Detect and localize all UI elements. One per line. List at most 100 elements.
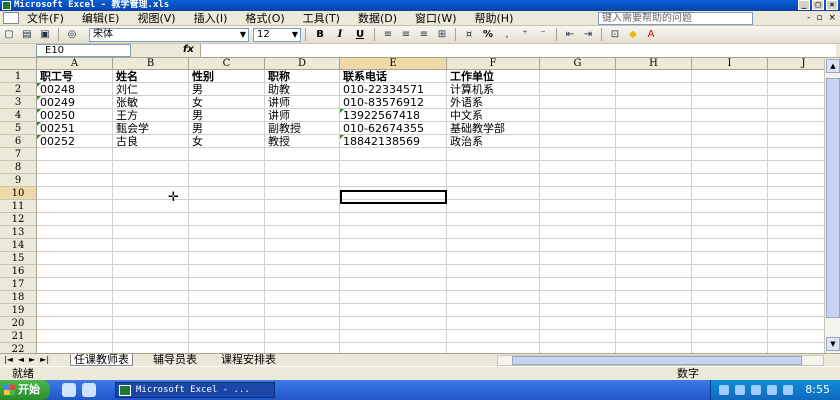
document-icon[interactable] xyxy=(3,12,19,24)
sheet-tab-schedule[interactable]: 课程安排表 xyxy=(218,354,279,366)
save-icon[interactable]: ▣ xyxy=(38,28,52,41)
table-cell[interactable]: 政治系 xyxy=(447,135,540,148)
menu-help[interactable]: 帮助(H) xyxy=(475,10,514,26)
vertical-scroll-thumb[interactable] xyxy=(826,78,840,318)
select-all-corner[interactable] xyxy=(0,58,37,70)
row-header[interactable]: 17 xyxy=(0,278,37,291)
scroll-up-button[interactable]: ▲ xyxy=(826,59,840,73)
column-header[interactable]: B xyxy=(113,58,189,70)
table-header-cell[interactable]: 职工号 xyxy=(37,70,113,83)
table-cell[interactable]: 刘仁 xyxy=(113,83,189,96)
table-cell[interactable]: 00252 xyxy=(37,135,113,148)
column-header[interactable]: G xyxy=(540,58,616,70)
borders-icon[interactable]: ⊡ xyxy=(608,28,622,41)
table-cell[interactable]: 讲师 xyxy=(265,96,340,109)
row-header[interactable]: 4 xyxy=(0,109,37,122)
column-header[interactable]: J xyxy=(768,58,824,70)
underline-button[interactable]: U xyxy=(352,28,368,41)
increase-indent-icon[interactable]: ⇥ xyxy=(581,28,595,41)
menu-format[interactable]: 格式(O) xyxy=(245,10,284,26)
align-left-icon[interactable]: ≡ xyxy=(381,28,395,41)
table-cell[interactable]: 00249 xyxy=(37,96,113,109)
column-header[interactable]: C xyxy=(189,58,265,70)
row-header[interactable]: 8 xyxy=(0,161,37,174)
table-cell[interactable]: 王方 xyxy=(113,109,189,122)
formula-input[interactable] xyxy=(200,44,836,57)
row-header[interactable]: 12 xyxy=(0,213,37,226)
sheet-tab-counselors[interactable]: 辅导员表 xyxy=(150,354,200,366)
menu-data[interactable]: 数据(D) xyxy=(358,10,397,26)
column-header[interactable]: H xyxy=(616,58,692,70)
table-cell[interactable]: 00250 xyxy=(37,109,113,122)
table-cell[interactable]: 张敏 xyxy=(113,96,189,109)
menu-edit[interactable]: 编辑(E) xyxy=(82,10,120,26)
row-header[interactable]: 21 xyxy=(0,330,37,343)
column-header[interactable]: D xyxy=(265,58,340,70)
table-cell[interactable]: 男 xyxy=(189,122,265,135)
currency-icon[interactable]: ¤ xyxy=(462,28,476,41)
start-button[interactable]: 开始 xyxy=(0,380,50,400)
sheet-tab-teachers[interactable]: 任课教师表 xyxy=(70,354,133,366)
name-box[interactable]: E10 xyxy=(36,44,131,57)
row-header[interactable]: 15 xyxy=(0,252,37,265)
row-header[interactable]: 3 xyxy=(0,96,37,109)
increase-decimal-icon[interactable]: ⁺ xyxy=(518,28,532,41)
table-cell[interactable]: 甄会学 xyxy=(113,122,189,135)
menu-view[interactable]: 视图(V) xyxy=(137,10,175,26)
table-cell[interactable]: 00251 xyxy=(37,122,113,135)
fill-color-icon[interactable]: ◆ xyxy=(626,28,640,41)
worksheet-grid[interactable]: A B C D E F G H I J 1 2 3 4 5 6 7 8 9 10 11 12 13 14 15 16 17 18 19 2… xyxy=(0,58,824,353)
row-header[interactable]: 2 xyxy=(0,83,37,96)
insert-function-icon[interactable]: fx xyxy=(183,44,194,55)
table-header-cell[interactable]: 联系电话 xyxy=(340,70,447,83)
table-cell[interactable]: 教授 xyxy=(265,135,340,148)
decrease-indent-icon[interactable]: ⇤ xyxy=(563,28,577,41)
table-header-cell[interactable]: 工作单位 xyxy=(447,70,540,83)
row-header[interactable]: 1 xyxy=(0,70,37,83)
column-header[interactable]: I xyxy=(692,58,768,70)
decrease-decimal-icon[interactable]: ⁻ xyxy=(536,28,550,41)
table-header-cell[interactable]: 姓名 xyxy=(113,70,189,83)
horizontal-scrollbar[interactable] xyxy=(497,355,824,366)
table-cell[interactable]: 男 xyxy=(189,83,265,96)
open-folder-icon[interactable]: ▤ xyxy=(20,28,34,41)
row-header[interactable]: 11 xyxy=(0,200,37,213)
scroll-down-button[interactable]: ▼ xyxy=(826,337,840,351)
percent-button[interactable]: % xyxy=(480,28,496,41)
first-sheet-icon[interactable]: |◄ xyxy=(4,355,13,364)
row-header[interactable]: 18 xyxy=(0,291,37,304)
column-header[interactable]: E xyxy=(340,58,447,70)
doc-restore-button[interactable]: ▫ xyxy=(816,13,822,23)
table-cell[interactable]: 中文系 xyxy=(447,109,540,122)
row-header[interactable]: 7 xyxy=(0,148,37,161)
new-document-icon[interactable]: ▢ xyxy=(2,28,16,41)
table-cell[interactable]: 00248 xyxy=(37,83,113,96)
ie-quicklaunch-icon[interactable] xyxy=(62,383,76,397)
bold-button[interactable]: B xyxy=(312,28,328,41)
italic-button[interactable]: I xyxy=(332,28,348,41)
table-cell[interactable]: 讲师 xyxy=(265,109,340,122)
menu-file[interactable]: 文件(F) xyxy=(27,10,64,26)
table-cell[interactable]: 基础教学部 xyxy=(447,122,540,135)
table-cell[interactable]: 古良 xyxy=(113,135,189,148)
volume-icon[interactable] xyxy=(751,385,761,395)
row-header[interactable]: 20 xyxy=(0,317,37,330)
row-header[interactable]: 10 xyxy=(0,187,37,200)
tray-app-icon[interactable] xyxy=(767,385,777,395)
table-cell[interactable]: 副教授 xyxy=(265,122,340,135)
font-color-icon[interactable]: A xyxy=(644,28,658,41)
table-cell[interactable]: 010-83576912 xyxy=(340,96,447,109)
row-header[interactable]: 22 xyxy=(0,343,37,353)
network-icon[interactable] xyxy=(735,385,745,395)
menu-insert[interactable]: 插入(I) xyxy=(194,10,228,26)
last-sheet-icon[interactable]: ►| xyxy=(40,355,49,364)
font-name-select[interactable]: 宋体 ▼ xyxy=(89,27,249,42)
table-cell[interactable]: 男 xyxy=(189,109,265,122)
menu-tools[interactable]: 工具(T) xyxy=(303,10,340,26)
font-size-select[interactable]: 12 ▼ xyxy=(253,27,301,42)
row-header[interactable]: 14 xyxy=(0,239,37,252)
minimize-button[interactable]: _ xyxy=(798,0,810,10)
table-cell[interactable]: 女 xyxy=(189,135,265,148)
table-cell[interactable]: 计算机系 xyxy=(447,83,540,96)
outlook-quicklaunch-icon[interactable] xyxy=(82,383,96,397)
